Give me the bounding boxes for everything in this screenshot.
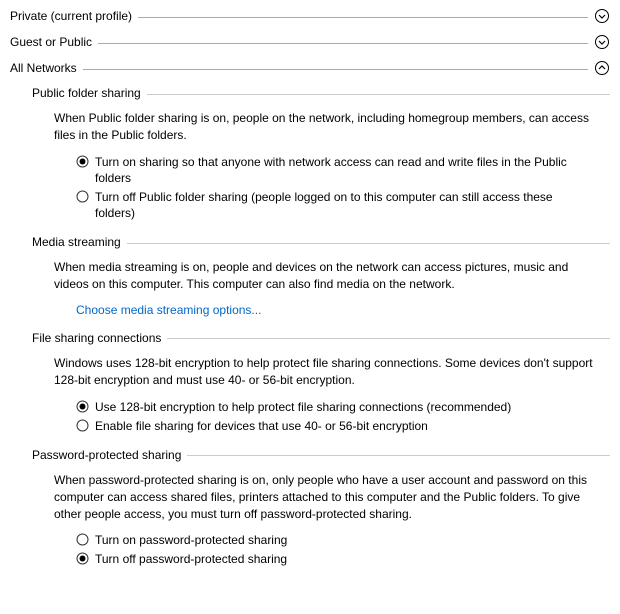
subsection-desc: Windows uses 128-bit encryption to help …: [54, 355, 594, 389]
subsection-header: Public folder sharing: [32, 86, 610, 100]
radio-label: Use 128-bit encryption to help protect f…: [95, 399, 511, 415]
chevron-down-icon[interactable]: [594, 8, 610, 24]
radio-128bit-encryption[interactable]: Use 128-bit encryption to help protect f…: [76, 399, 610, 415]
subsection-media-streaming: Media streaming When media streaming is …: [32, 235, 610, 317]
subsection-header: Password-protected sharing: [32, 448, 610, 462]
subsection-desc: When media streaming is on, people and d…: [54, 259, 594, 293]
radio-label: Turn off Public folder sharing (people l…: [95, 189, 575, 221]
section-guest[interactable]: Guest or Public: [10, 34, 610, 50]
radio-40-56bit-encryption[interactable]: Enable file sharing for devices that use…: [76, 418, 610, 434]
divider: [98, 43, 588, 44]
radio-label: Turn on password-protected sharing: [95, 532, 287, 548]
section-private-label: Private (current profile): [10, 9, 138, 23]
section-guest-label: Guest or Public: [10, 35, 98, 49]
divider: [127, 243, 610, 244]
radio-selected-icon[interactable]: [76, 155, 89, 168]
subsection-public-folder-sharing: Public folder sharing When Public folder…: [32, 86, 610, 221]
subsection-desc: When password-protected sharing is on, o…: [54, 472, 594, 522]
radio-group-password-sharing: Turn on password-protected sharing Turn …: [76, 532, 610, 567]
radio-public-folder-off[interactable]: Turn off Public folder sharing (people l…: [76, 189, 610, 221]
section-all-label: All Networks: [10, 61, 83, 75]
divider: [83, 69, 588, 70]
radio-unselected-icon[interactable]: [76, 190, 89, 203]
subsection-password-sharing: Password-protected sharing When password…: [32, 448, 610, 568]
radio-group-file-sharing: Use 128-bit encryption to help protect f…: [76, 399, 610, 434]
radio-public-folder-on[interactable]: Turn on sharing so that anyone with netw…: [76, 154, 610, 186]
radio-group-public-folder: Turn on sharing so that anyone with netw…: [76, 154, 610, 222]
radio-unselected-icon[interactable]: [76, 419, 89, 432]
radio-label: Turn on sharing so that anyone with netw…: [95, 154, 575, 186]
subsection-title: Public folder sharing: [32, 86, 147, 100]
radio-password-on[interactable]: Turn on password-protected sharing: [76, 532, 610, 548]
subsection-title: Password-protected sharing: [32, 448, 187, 462]
radio-label: Enable file sharing for devices that use…: [95, 418, 428, 434]
radio-label: Turn off password-protected sharing: [95, 551, 287, 567]
subsection-title: Media streaming: [32, 235, 127, 249]
section-private[interactable]: Private (current profile): [10, 8, 610, 24]
divider: [187, 455, 610, 456]
radio-unselected-icon[interactable]: [76, 533, 89, 546]
radio-password-off[interactable]: Turn off password-protected sharing: [76, 551, 610, 567]
divider: [138, 17, 588, 18]
subsection-header: File sharing connections: [32, 331, 610, 345]
subsection-desc: When Public folder sharing is on, people…: [54, 110, 594, 144]
radio-selected-icon[interactable]: [76, 400, 89, 413]
link-media-streaming-options[interactable]: Choose media streaming options...: [76, 303, 261, 317]
chevron-up-icon[interactable]: [594, 60, 610, 76]
divider: [167, 338, 610, 339]
subsection-title: File sharing connections: [32, 331, 167, 345]
radio-selected-icon[interactable]: [76, 552, 89, 565]
subsection-header: Media streaming: [32, 235, 610, 249]
chevron-down-icon[interactable]: [594, 34, 610, 50]
subsection-file-sharing: File sharing connections Windows uses 12…: [32, 331, 610, 434]
divider: [147, 94, 610, 95]
section-all-networks[interactable]: All Networks: [10, 60, 610, 76]
